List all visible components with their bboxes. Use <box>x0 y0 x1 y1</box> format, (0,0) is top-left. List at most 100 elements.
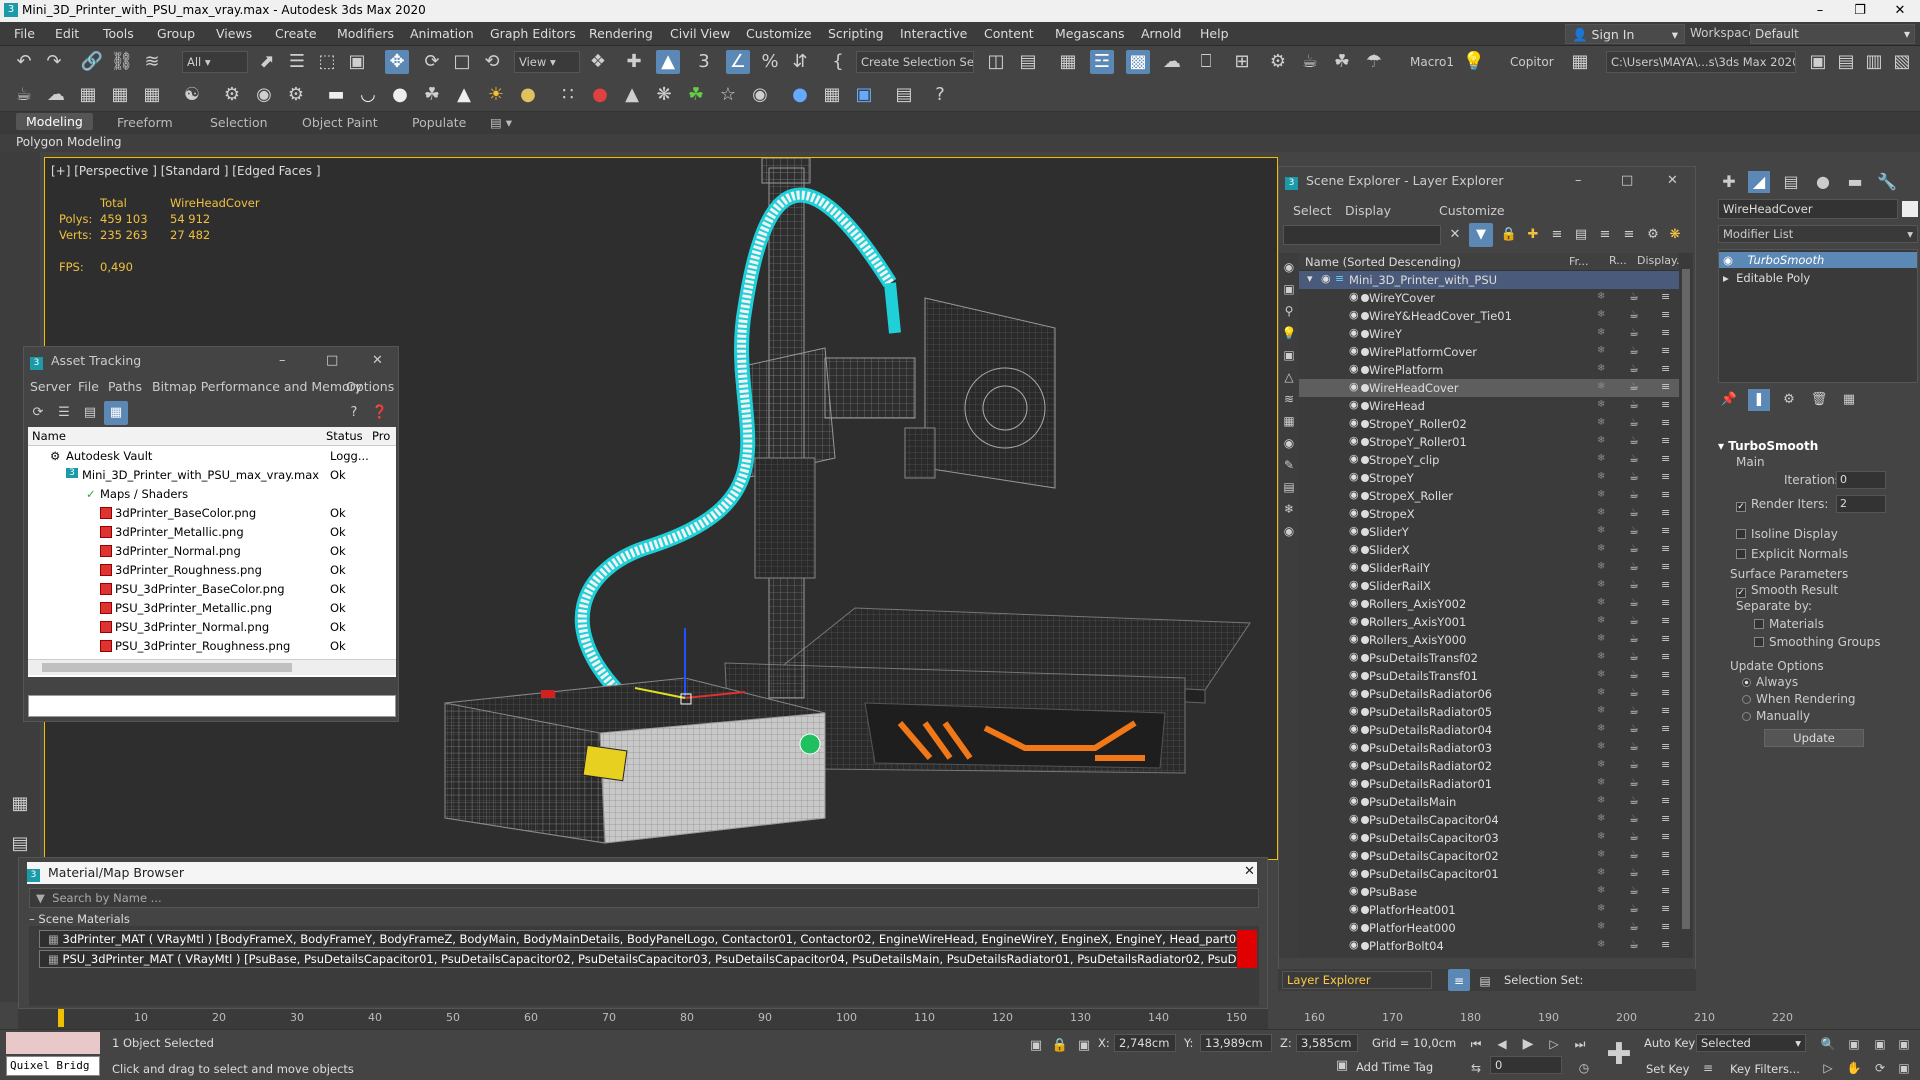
render-toggle-icon[interactable]: ☕ <box>1629 470 1639 483</box>
key-mode-icon[interactable]: ⇆ <box>1464 1056 1488 1080</box>
toggle-ribbon-icon[interactable]: ▩ <box>1126 50 1150 74</box>
freeze-icon[interactable]: ❄ <box>1597 507 1605 518</box>
x-coordinate-field[interactable]: 2,748cm <box>1114 1034 1176 1052</box>
display-layers-icon[interactable]: ≡ <box>1661 488 1670 501</box>
unlink-icon[interactable]: ⛓ <box>110 50 134 74</box>
zoom-extents-all-icon[interactable]: ▣ <box>1892 1032 1916 1056</box>
display-layers-icon[interactable]: ≡ <box>1661 794 1670 807</box>
keyboard-shortcut-override-icon[interactable]: ▲ <box>656 50 680 74</box>
scene-item-row[interactable]: ◉ WireYCover ❄ ☕ ≡ <box>1299 289 1679 307</box>
robot-icon[interactable]: ⚙ <box>284 83 308 107</box>
select-by-name-icon[interactable]: ☰ <box>285 50 309 74</box>
window-crossing-icon[interactable]: ▣ <box>345 50 369 74</box>
table-row[interactable]: PSU_3dPrinter_BaseColor.png Ok <box>28 580 396 599</box>
make-unique-icon[interactable]: ⚙ <box>1778 389 1800 411</box>
freeze-icon[interactable]: ❄ <box>1597 903 1605 914</box>
render-toggle-icon[interactable]: ☕ <box>1629 362 1639 375</box>
scene-item-row[interactable]: ◉ StropeY_Roller01 ❄ ☕ ≡ <box>1299 433 1679 451</box>
close-icon[interactable]: ✕ <box>1244 864 1255 879</box>
radio-selected[interactable] <box>1742 678 1751 687</box>
key-selection-dropdown[interactable]: Selected ▾ <box>1696 1034 1806 1052</box>
materials-row[interactable]: Materials <box>1754 617 1920 631</box>
render-toggle-icon[interactable]: ☕ <box>1629 308 1639 321</box>
scene-item-row[interactable]: ◉ Rollers_AxisY001 ❄ ☕ ≡ <box>1299 613 1679 631</box>
smoothing-groups-row[interactable]: Smoothing Groups <box>1754 635 1920 649</box>
toggle-layer-explorer-icon[interactable]: ☲ <box>1090 50 1114 74</box>
scene-item-row[interactable]: ◉ PsuBase ❄ ☕ ≡ <box>1299 883 1679 901</box>
scale-icon[interactable]: □ <box>450 50 474 74</box>
render-setup-icon[interactable]: ⚙ <box>1266 50 1290 74</box>
display-layers-icon[interactable]: ≡ <box>1661 920 1670 933</box>
freeze-icon[interactable]: ❄ <box>1597 345 1605 356</box>
play-icon[interactable]: ▶ <box>1516 1032 1540 1056</box>
at-menu-paths[interactable]: Paths <box>108 379 142 394</box>
render-toggle-icon[interactable]: ☕ <box>1629 686 1639 699</box>
render-toggle-icon[interactable]: ☕ <box>1629 380 1639 393</box>
scene-item-row[interactable]: ◉ PsuDetailsCapacitor03 ❄ ☕ ≡ <box>1299 829 1679 847</box>
freeze-icon[interactable]: ❄ <box>1597 777 1605 788</box>
turbosmooth-rollout-title[interactable]: ▾ TurboSmooth <box>1718 439 1918 453</box>
show-end-result-icon[interactable]: ❚ <box>1748 389 1770 411</box>
menu-help[interactable]: Help <box>1200 26 1229 41</box>
table-row[interactable]: PSU_3dPrinter_Normal.png Ok <box>28 618 396 637</box>
time-config-icon[interactable]: ◷ <box>1572 1056 1596 1080</box>
frame-buffer-icon[interactable]: ▣ <box>852 83 876 107</box>
display-layers-icon[interactable]: ≡ <box>1661 686 1670 699</box>
remove-modifier-icon[interactable]: 🗑 <box>1808 389 1830 411</box>
render-in-cloud-icon[interactable]: ☂ <box>1362 50 1386 74</box>
render-toggle-icon[interactable]: ☕ <box>1629 416 1639 429</box>
render-toggle-icon[interactable]: ☕ <box>1629 290 1639 303</box>
render-iters-spinner[interactable]: 2 <box>1836 495 1886 513</box>
display-shapes-icon[interactable]: ⚲ <box>1279 299 1299 323</box>
material-row[interactable]: ▦ PSU_3dPrinter_MAT ( VRayMtl ) [PsuBase… <box>39 950 1255 968</box>
render-toggle-icon[interactable]: ☕ <box>1629 722 1639 735</box>
zoom-extents-icon[interactable]: ▣ <box>1868 1032 1892 1056</box>
render-toggle-icon[interactable]: ☕ <box>1629 902 1639 915</box>
render-toggle-icon[interactable]: ☕ <box>1629 560 1639 573</box>
visibility-icon[interactable]: ◉ <box>1349 776 1359 789</box>
menu-content[interactable]: Content <box>984 26 1034 41</box>
menu-civil-view[interactable]: Civil View <box>670 26 730 41</box>
texture-icon[interactable]: ◉ <box>748 83 772 107</box>
menu-group[interactable]: Group <box>157 26 195 41</box>
expand-icon[interactable]: ▸ <box>1723 271 1729 285</box>
update-button[interactable]: Update <box>1764 729 1864 747</box>
display-layers-icon[interactable]: ≡ <box>1661 470 1670 483</box>
radio-unselected[interactable] <box>1742 712 1751 721</box>
dome-primitive-icon[interactable]: ◡ <box>356 83 380 107</box>
layers-icon[interactable]: ≡ <box>1593 223 1617 247</box>
horizontal-scrollbar[interactable] <box>28 659 396 675</box>
snaps-toggle-icon[interactable]: 3 <box>692 50 716 74</box>
tab-modeling[interactable]: Modeling <box>16 113 93 130</box>
project-folder-icon[interactable]: ▦ <box>1568 50 1592 74</box>
freeze-icon[interactable]: ❄ <box>1597 489 1605 500</box>
freeze-icon[interactable]: ❄ <box>1597 471 1605 482</box>
select-manipulate-icon[interactable]: ✚ <box>622 50 646 74</box>
display-frozen-icon[interactable]: ❄ <box>1279 497 1299 521</box>
undo-icon[interactable]: ↶ <box>12 50 36 74</box>
checkbox-unchecked[interactable] <box>1736 549 1746 559</box>
render-icon[interactable]: ▦ <box>76 83 100 107</box>
display-xrefs-icon[interactable]: ◉ <box>1279 431 1299 455</box>
cloth-icon[interactable]: ▲ <box>620 83 644 107</box>
scene-item-row[interactable]: ◉ PlatforHeat000 ❄ ☕ ≡ <box>1299 919 1679 937</box>
scene-item-row[interactable]: ◉ PsuDetailsRadiator01 ❄ ☕ ≡ <box>1299 775 1679 793</box>
freeze-icon[interactable]: ❄ <box>1597 705 1605 716</box>
display-layers-icon[interactable]: ≡ <box>1661 938 1670 951</box>
display-layers-icon[interactable]: ≡ <box>1661 416 1670 429</box>
display-layers-icon[interactable]: ≡ <box>1661 434 1670 447</box>
clear-search-icon[interactable]: ✕ <box>1443 223 1467 247</box>
table-row[interactable]: 3dPrinter_Roughness.png Ok <box>28 561 396 580</box>
freeze-icon[interactable]: ❄ <box>1597 381 1605 392</box>
maximize-icon[interactable]: □ <box>326 353 338 368</box>
display-layers-icon[interactable]: ≡ <box>1661 380 1670 393</box>
freeze-icon[interactable]: ❄ <box>1597 813 1605 824</box>
display-layers-icon[interactable]: ≡ <box>1661 362 1670 375</box>
se-menu-customize[interactable]: Customize <box>1439 203 1505 218</box>
render-toggle-icon[interactable]: ☕ <box>1629 524 1639 537</box>
display-helpers-icon[interactable]: △ <box>1279 365 1299 389</box>
fur-icon[interactable]: ☆ <box>716 83 740 107</box>
freeze-icon[interactable]: ❄ <box>1597 435 1605 446</box>
object-color-swatch[interactable] <box>1902 201 1918 217</box>
render-toggle-icon[interactable]: ☕ <box>1629 632 1639 645</box>
